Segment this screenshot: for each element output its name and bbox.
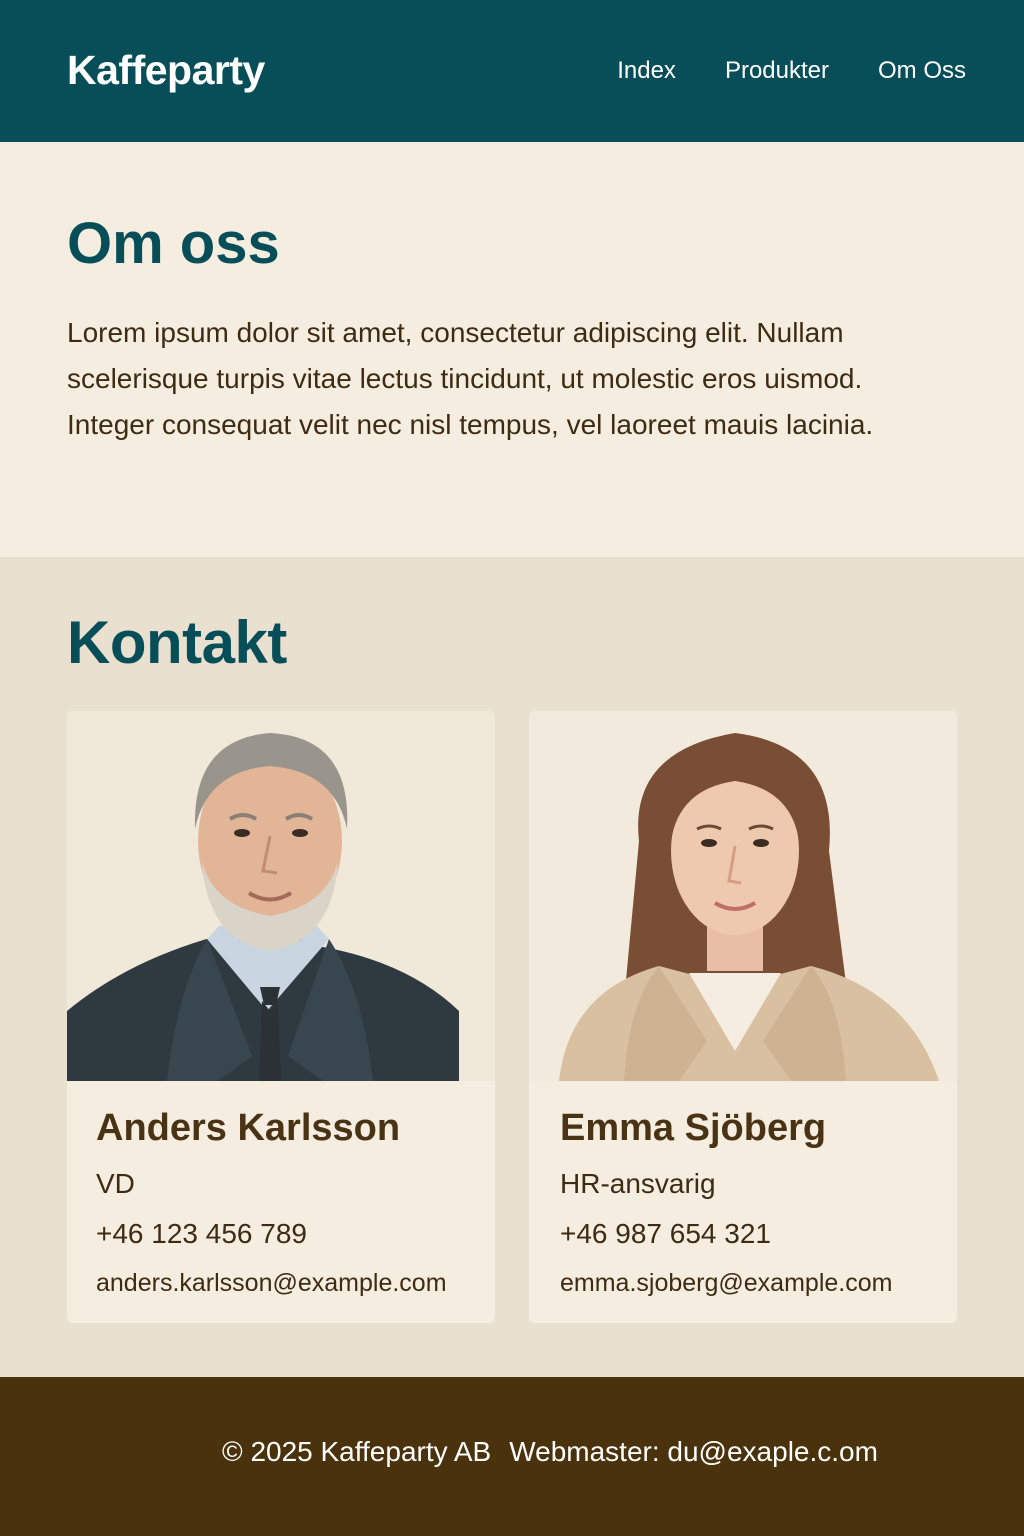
site-header: Kaffeparty Index Produkter Om Oss: [0, 0, 1024, 142]
person-role: HR-ansvarig: [560, 1168, 716, 1199]
person-phone[interactable]: +46 123 456 789: [96, 1216, 307, 1252]
about-title: Om oss: [67, 211, 280, 276]
contact-card: Anders Karlsson VD +46 123 456 789 ander…: [67, 711, 495, 1323]
footer-copyright: © 2025 Kaffeparty AB: [222, 1436, 492, 1467]
person-photo: [67, 711, 495, 1081]
about-text: Lorem ipsum dolor sit amet, consectetur …: [67, 317, 874, 440]
person-name: Anders Karlsson: [96, 1107, 401, 1149]
brand-logo[interactable]: Kaffeparty: [67, 44, 265, 96]
footer-webmaster[interactable]: Webmaster: du@exaple.c.om: [509, 1436, 878, 1467]
nav-link-om-oss[interactable]: Om Oss: [878, 55, 966, 87]
nav-link-index[interactable]: Index: [617, 55, 676, 87]
person-photo: [529, 711, 957, 1081]
person-email[interactable]: anders.karlsson@example.com: [96, 1266, 447, 1300]
contact-card: Emma Sjöberg HR-ansvarig +46 987 654 321…: [529, 711, 957, 1323]
contact-title: Kontakt: [67, 609, 287, 676]
person-phone[interactable]: +46 987 654 321: [560, 1216, 771, 1252]
about-section: Om oss Lorem ipsum dolor sit amet, conse…: [0, 142, 1024, 557]
person-name: Emma Sjöberg: [560, 1107, 827, 1149]
nav-link-produkter[interactable]: Produkter: [725, 55, 829, 87]
contact-section: Kontakt Anders Karlsson VD +46 123 456 7…: [0, 557, 1024, 1377]
main-nav: Index Produkter Om Oss: [617, 55, 966, 87]
person-email[interactable]: emma.sjoberg@example.com: [560, 1266, 892, 1300]
footer-text: © 2025 Kaffeparty AB Webmaster: du@exaple…: [0, 1433, 1024, 1471]
person-role: VD: [96, 1168, 135, 1199]
site-footer: © 2025 Kaffeparty AB Webmaster: du@exaple…: [0, 1377, 1024, 1536]
